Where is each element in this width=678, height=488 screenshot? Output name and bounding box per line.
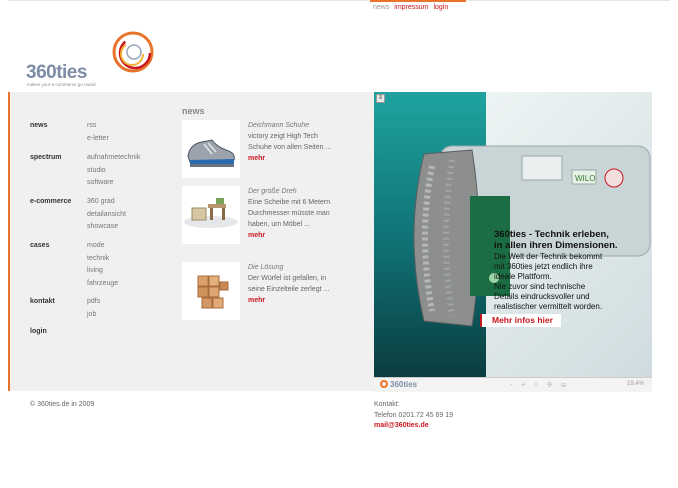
nav-sub-e-commerce: 360 grad detailansicht showcase: [87, 196, 126, 234]
nav-item-software[interactable]: software: [87, 177, 140, 190]
nav-item-studio[interactable]: studio: [87, 165, 140, 178]
nav-sub-cases: mode technik living fahrzeuge: [87, 240, 118, 290]
news-more-link-2[interactable]: mehr: [248, 230, 360, 241]
banner-menu-button[interactable]: ≡: [376, 94, 385, 103]
news-more-link-1[interactable]: mehr: [248, 153, 360, 164]
top-nav: news impressum login: [373, 4, 451, 11]
news-item-3: Die Lösung Der Würfel ist gefallen, in s…: [248, 262, 360, 306]
nav-item-rss[interactable]: rss: [87, 120, 109, 133]
product-label: WILO: [575, 174, 595, 183]
nav-item-living[interactable]: living: [87, 265, 118, 278]
site-logo[interactable]: 360ties makes your e-commerce go round: [26, 30, 166, 90]
viewer-logo-icon: [380, 380, 388, 388]
logo-wordmark: 360ties: [26, 62, 87, 83]
news-title-1[interactable]: Deichmann Schuhe: [248, 120, 360, 131]
banner-headline-line-2: in allen ihren Dimensionen.: [494, 240, 618, 251]
news-item-1: Deichmann Schuhe victory zeigt High Tech…: [248, 120, 360, 164]
news-thumb-shoe[interactable]: [182, 120, 240, 178]
news-line-1a: victory zeigt High Tech: [248, 133, 318, 140]
viewer-logo: 360ties: [380, 380, 417, 389]
wooden-cube-icon: [197, 275, 229, 309]
footer-copyright: © 360ties.de in 2009: [30, 401, 95, 408]
banner-body: Die Welt der Technik bekommt mit 360ties…: [494, 252, 649, 312]
logo-tagline: makes your e-commerce go round: [27, 82, 96, 87]
contact-phone: Telefon 0201.72 45 69 19: [374, 411, 454, 419]
banner-body-line-5: Details eindrucksvoller und: [494, 292, 590, 301]
logo-swirl-icon: [112, 31, 154, 73]
footer-contact: Kontakt: Telefon 0201.72 45 69 19 mail@3…: [374, 400, 453, 432]
banner-body-line-2: mit 360ties jetzt endlich ihre: [494, 262, 593, 271]
news-line-2b: Durchmesser müsste man: [248, 210, 330, 217]
top-nav-login-link[interactable]: login: [433, 4, 448, 11]
nav-item-fahrzeuge[interactable]: fahrzeuge: [87, 278, 118, 291]
nav-sub-news: rss e-letter: [87, 120, 109, 145]
viewer-logo-text: 360ties: [390, 380, 418, 389]
news-title-2[interactable]: Der große Dreh: [248, 186, 360, 197]
viewer-toolbar: 360ties - + ⌕ ✥ ⊞ 19.4%: [374, 377, 652, 392]
news-line-2c: haben, um Möbel ...: [248, 221, 310, 228]
banner-headline: 360ties - Technik erleben, in allen ihre…: [494, 229, 649, 251]
news-more-link-3[interactable]: mehr: [248, 295, 360, 306]
banner-body-line-1: Die Welt der Technik bekommt: [494, 252, 603, 261]
nav-item-detailansicht[interactable]: detailansicht: [87, 209, 126, 222]
nav-category-news[interactable]: news: [30, 122, 48, 129]
nav-sub-spectrum: aufnahmetechnik studio software: [87, 152, 140, 190]
banner-body-line-4: Nie zuvor sind technische: [494, 282, 586, 291]
shoe-icon: [187, 139, 235, 167]
top-accent-bar: [370, 0, 466, 2]
nav-item-360-grad[interactable]: 360 grad: [87, 196, 126, 209]
nav-category-cases[interactable]: cases: [30, 242, 49, 249]
product-viewer-banner[interactable]: WILO ≡ 360ties - Technik erleben, in all…: [374, 92, 652, 392]
nav-item-showcase[interactable]: showcase: [87, 221, 126, 234]
banner-headline-line-1: 360ties - Technik erleben,: [494, 229, 609, 240]
top-divider: [8, 0, 670, 1]
nav-category-kontakt[interactable]: kontakt: [30, 298, 55, 305]
viewer-zoom-level: 19.4%: [626, 381, 644, 387]
nav-item-aufnahmetechnik[interactable]: aufnahmetechnik: [87, 152, 140, 165]
news-thumb-cube[interactable]: [182, 262, 240, 320]
nav-item-technik[interactable]: technik: [87, 253, 118, 266]
banner-more-info-button[interactable]: Mehr infos hier: [482, 314, 561, 327]
nav-item-mode[interactable]: mode: [87, 240, 118, 253]
contact-label: Kontakt:: [374, 401, 400, 408]
news-item-2: Der große Dreh Eine Scheibe mit 6 Metern…: [248, 186, 360, 241]
nav-category-spectrum[interactable]: spectrum: [30, 154, 62, 161]
furniture-icon: [184, 198, 238, 228]
nav-category-e-commerce[interactable]: e-commerce: [30, 198, 71, 205]
news-line-3a: Der Würfel ist gefallen, in: [248, 275, 327, 282]
top-nav-news-link[interactable]: news: [373, 4, 389, 11]
banner-body-line-3: ideale Plattform.: [494, 272, 552, 281]
banner-body-line-6: realistischer vermittelt worden.: [494, 302, 603, 311]
top-nav-impressum-link[interactable]: impressum: [394, 4, 428, 11]
news-line-3b: seine Einzelteile zerlegt ...: [248, 286, 330, 293]
viewer-controls[interactable]: - + ⌕ ✥ ⊞: [510, 380, 569, 390]
news-heading: news: [182, 106, 205, 116]
nav-sub-kontakt: pdfs job: [87, 296, 100, 321]
nav-category-login[interactable]: login: [30, 328, 47, 335]
news-line-1b: Schuhe von allen Seiten ...: [248, 144, 332, 151]
news-line-2a: Eine Scheibe mit 6 Metern: [248, 199, 331, 206]
nav-item-pdfs[interactable]: pdfs: [87, 296, 100, 309]
news-title-3[interactable]: Die Lösung: [248, 262, 360, 273]
nav-item-job[interactable]: job: [87, 309, 100, 322]
contact-email-link[interactable]: mail@360ties.de: [374, 421, 453, 432]
news-thumb-furniture[interactable]: [182, 186, 240, 244]
nav-item-e-letter[interactable]: e-letter: [87, 133, 109, 146]
left-accent-bar: [8, 92, 10, 391]
